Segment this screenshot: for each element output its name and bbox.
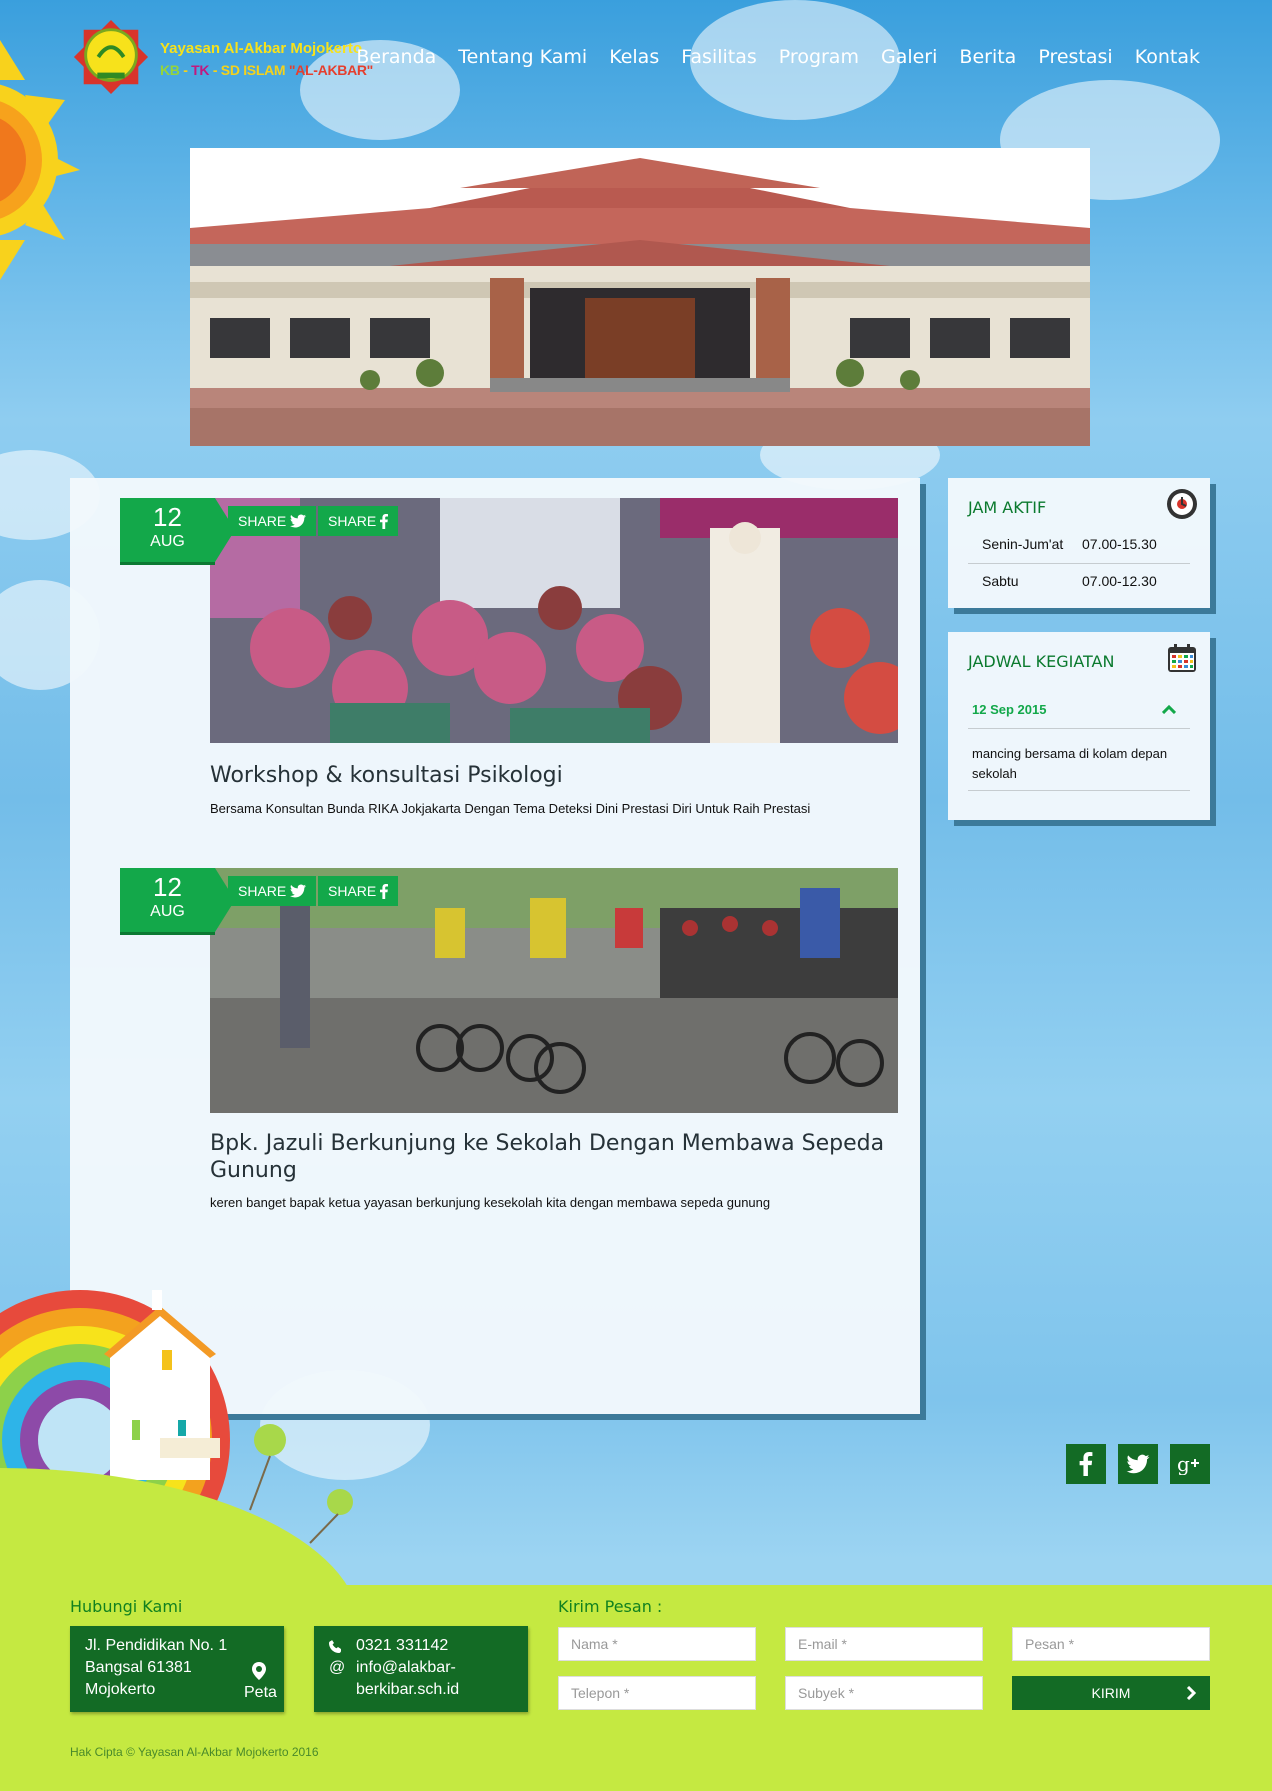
school-building-image (190, 148, 1090, 446)
twitter-link[interactable] (1118, 1444, 1158, 1484)
send-button[interactable]: KIRIM (1012, 1676, 1210, 1710)
hero-school-photo (190, 148, 1090, 446)
event-description: mancing bersama di kolam depan sekolah (972, 746, 1168, 781)
share-label: SHARE (328, 513, 377, 529)
hours-day: Sabtu (982, 573, 1019, 589)
share-twitter-button[interactable]: SHARE (228, 506, 317, 536)
hours-row: Senin-Jum'at 07.00-15.30 (968, 526, 1190, 562)
event-date-toggle[interactable]: 12 Sep 2015 (972, 702, 1046, 717)
phone-input[interactable]: Telepon * (558, 1676, 756, 1710)
post-month: AUG (150, 903, 185, 920)
nav-kelas[interactable]: Kelas (609, 46, 659, 68)
chevron-up-icon[interactable] (1162, 704, 1176, 714)
post-date-badge: 12 AUG (120, 868, 235, 932)
address-line: Bangsal 61381 (85, 1659, 192, 1676)
chevron-right-icon (1186, 1686, 1196, 1700)
jam-aktif-widget: JAM AKTIF Senin-Jum'at 07.00-15.30 Sabtu… (948, 478, 1210, 608)
hours-row: Sabtu 07.00-12.30 (968, 563, 1190, 599)
twitter-icon (290, 884, 307, 898)
jadwal-kegiatan-widget: JADWAL KEGIATAN 12 Sep 2015 mancing bers… (948, 632, 1210, 820)
map-pin-icon[interactable] (252, 1662, 266, 1680)
phone-email-box: 0321 331142 @ info@alakbar- berkibar.sch… (314, 1626, 528, 1712)
contact-heading: Hubungi Kami (70, 1597, 183, 1616)
facebook-icon (380, 513, 389, 529)
phone-number[interactable]: 0321 331142 (356, 1637, 448, 1655)
site-header: Yayasan Al-Akbar Mojokerto KB - TK - SD … (0, 0, 1272, 120)
nav-galeri[interactable]: Galeri (881, 46, 937, 68)
hours-day: Senin-Jum'at (982, 536, 1064, 552)
form-heading: Kirim Pesan : (558, 1597, 663, 1616)
nav-program[interactable]: Program (779, 46, 859, 68)
post-title[interactable]: Bpk. Jazuli Berkunjung ke Sekolah Dengan… (210, 1130, 900, 1184)
facebook-icon (380, 883, 389, 899)
clock-icon (1167, 489, 1197, 519)
site-title: Yayasan Al-Akbar Mojokerto (160, 40, 363, 57)
send-label: KIRIM (1091, 1685, 1131, 1701)
email-input[interactable]: E-mail * (785, 1627, 983, 1661)
school-logo-icon[interactable] (72, 18, 150, 96)
hours-time: 07.00-12.30 (1082, 573, 1157, 589)
subtitle-kb: KB (160, 62, 180, 78)
subtitle-sep: - (179, 62, 192, 78)
subtitle-sep: - (209, 62, 221, 78)
nav-beranda[interactable]: Beranda (356, 46, 436, 68)
share-label: SHARE (238, 513, 287, 529)
twitter-icon (290, 514, 307, 528)
subtitle-sd: SD ISLAM (220, 62, 286, 78)
share-label: SHARE (328, 883, 377, 899)
post-month: AUG (150, 533, 185, 550)
share-facebook-button[interactable]: SHARE (318, 506, 399, 536)
share-twitter-button[interactable]: SHARE (228, 876, 317, 906)
nav-prestasi[interactable]: Prestasi (1038, 46, 1112, 68)
news-post: 12 AUG SHARE SHARE Workshop & konsultasi… (120, 498, 900, 828)
email-address[interactable]: berkibar.sch.id (356, 1681, 459, 1699)
svg-text:g: g (1177, 1453, 1190, 1475)
news-post: 12 AUG SHARE SHARE Bpk. Jazuli Berkunjun… (120, 868, 900, 1228)
calendar-icon (1168, 644, 1196, 672)
map-link[interactable]: Peta (244, 1684, 277, 1702)
post-description: keren banget bapak ketua yayasan berkunj… (210, 1195, 771, 1210)
address-box: Jl. Pendidikan No. 1 Bangsal 61381 Mojok… (70, 1626, 284, 1712)
facebook-link[interactable] (1066, 1444, 1106, 1484)
hours-time: 07.00-15.30 (1082, 536, 1157, 552)
nav-fasilitas[interactable]: Fasilitas (681, 46, 757, 68)
post-description: Bersama Konsultan Bunda RIKA Jokjakarta … (210, 801, 811, 816)
divider (968, 790, 1190, 791)
copyright: Hak Cipta © Yayasan Al-Akbar Mojokerto 2… (70, 1745, 319, 1759)
share-label: SHARE (238, 883, 287, 899)
nav-berita[interactable]: Berita (959, 46, 1016, 68)
address-line: Mojokerto (85, 1681, 156, 1698)
widget-title: JAM AKTIF (968, 498, 1047, 517)
share-facebook-button[interactable]: SHARE (318, 876, 399, 906)
email-address[interactable]: info@alakbar- (356, 1659, 456, 1677)
subtitle-tk: TK (191, 62, 210, 78)
post-day: 12 (153, 872, 182, 902)
name-input[interactable]: Nama * (558, 1627, 756, 1661)
tree-illustration (309, 1489, 353, 1544)
nav-kontak[interactable]: Kontak (1135, 46, 1200, 68)
post-day: 12 (153, 502, 182, 532)
facebook-icon (1079, 1452, 1093, 1476)
site-subtitle: KB - TK - SD ISLAM "AL-AKBAR" (160, 62, 373, 78)
post-title[interactable]: Workshop & konsultasi Psikologi (210, 762, 900, 789)
at-icon: @ (329, 1659, 346, 1676)
twitter-icon (1126, 1454, 1150, 1474)
google-plus-icon: g (1177, 1453, 1199, 1475)
phone-icon (329, 1640, 341, 1653)
subject-input[interactable]: Subyek * (785, 1676, 983, 1710)
post-date-badge: 12 AUG (120, 498, 235, 562)
message-input[interactable]: Pesan * (1012, 1627, 1210, 1661)
google-plus-link[interactable]: g (1170, 1444, 1210, 1484)
address-line: Jl. Pendidikan No. 1 (85, 1637, 228, 1654)
main-nav: Beranda Tentang Kami Kelas Fasilitas Pro… (356, 46, 1200, 68)
nav-tentang-kami[interactable]: Tentang Kami (458, 46, 587, 68)
widget-title: JADWAL KEGIATAN (968, 652, 1115, 671)
divider (968, 728, 1190, 729)
